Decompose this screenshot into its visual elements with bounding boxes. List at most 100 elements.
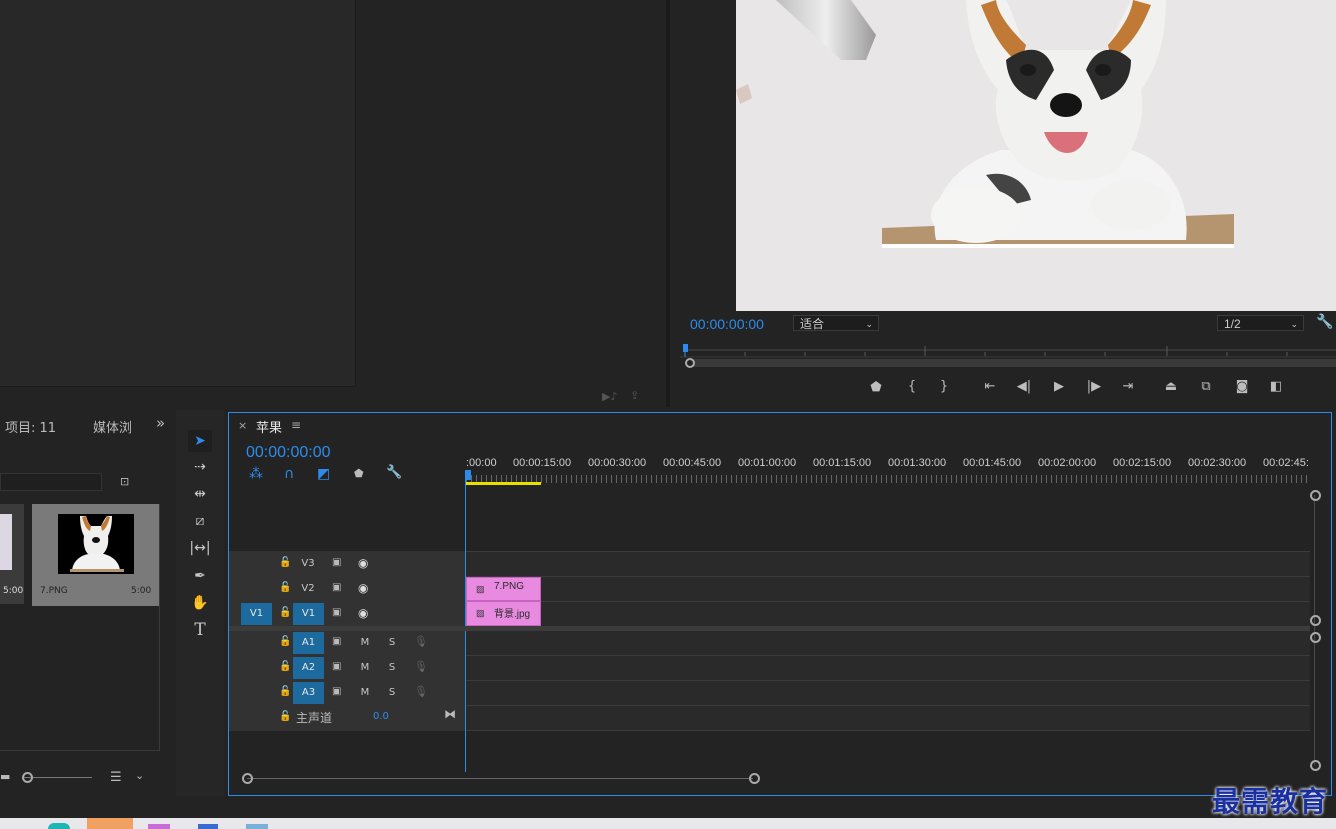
selection-tool-icon[interactable]: ➤ xyxy=(188,430,212,452)
go-to-end-icon[interactable]: ⧓ xyxy=(444,707,456,721)
source-patch-v1[interactable]: V1 xyxy=(241,603,272,625)
camera-icon[interactable]: ◙ xyxy=(1232,379,1252,394)
taskbar-app-icon[interactable] xyxy=(148,824,170,829)
insert-icon[interactable]: ▶♪ xyxy=(602,390,617,403)
list-view-icon[interactable]: ▬ xyxy=(0,770,10,783)
horizontal-scrollbar[interactable] xyxy=(247,778,753,779)
sync-lock-icon[interactable]: ▣ xyxy=(332,607,341,618)
sync-lock-icon[interactable]: ▣ xyxy=(332,661,341,672)
fit-dropdown[interactable]: 适合 ⌄ xyxy=(793,315,879,331)
work-area-bar[interactable] xyxy=(466,482,541,485)
lock-icon[interactable]: 🔓 xyxy=(279,607,291,618)
track-v2-label[interactable]: V2 xyxy=(294,578,322,600)
tab-project[interactable]: 项目: 11 xyxy=(5,417,56,436)
track-a2-label[interactable]: A2 xyxy=(293,657,324,679)
program-timecode[interactable]: 00:00:00:00 xyxy=(690,316,764,332)
sequence-tab[interactable]: 苹果 xyxy=(256,417,282,436)
export-frame-icon[interactable]: ⇪ xyxy=(630,389,639,402)
clip-7png[interactable]: ▨ 7.PNG xyxy=(466,577,541,601)
razor-tool-icon[interactable]: ⧄ xyxy=(188,510,212,532)
track-v1-label[interactable]: V1 xyxy=(293,603,324,625)
compare-view-icon[interactable]: ◧ xyxy=(1266,379,1286,394)
microphone-icon[interactable]: 🎙 xyxy=(414,635,428,648)
eye-icon[interactable]: ◉ xyxy=(358,581,368,595)
wrench-icon[interactable]: 🔧 xyxy=(386,465,402,480)
extract-icon[interactable]: ⧉ xyxy=(1196,379,1216,394)
taskbar-app-icon[interactable] xyxy=(198,824,218,829)
clip-background[interactable]: ▨ 背景.jpg xyxy=(466,601,541,626)
project-item-1[interactable]: 5:00 xyxy=(0,504,24,604)
track-a3-label[interactable]: A3 xyxy=(293,682,324,704)
scroll-handle[interactable] xyxy=(242,773,253,784)
taskbar-app-icon[interactable] xyxy=(246,824,268,829)
mute-button[interactable]: M xyxy=(358,682,372,704)
mark-out-icon[interactable]: } xyxy=(934,379,954,394)
wrench-icon[interactable]: 🔧 xyxy=(1316,314,1333,330)
solo-button[interactable]: S xyxy=(385,682,399,704)
item-duration: 5:00 xyxy=(131,586,152,596)
slip-tool-icon[interactable]: |↔| xyxy=(188,537,212,559)
ripple-edit-tool-icon[interactable]: ⇹ xyxy=(188,483,212,505)
program-time-ruler[interactable] xyxy=(680,340,1336,370)
microphone-icon[interactable]: 🎙 xyxy=(414,685,428,698)
lock-icon[interactable]: 🔓 xyxy=(279,582,291,593)
scroll-handle[interactable] xyxy=(749,773,760,784)
video-audio-divider[interactable] xyxy=(229,626,1310,631)
lift-icon[interactable]: ⏏ xyxy=(1161,379,1181,394)
type-tool-icon[interactable]: T xyxy=(188,619,212,641)
search-input[interactable] xyxy=(0,473,102,491)
solo-button[interactable]: S xyxy=(385,632,399,654)
step-back-icon[interactable]: ◀| xyxy=(1014,379,1034,394)
nest-toggle-icon[interactable]: ⁂ xyxy=(249,466,263,482)
mute-button[interactable]: M xyxy=(358,657,372,679)
lock-icon[interactable]: 🔓 xyxy=(279,661,291,672)
panel-overflow-icon[interactable]: » xyxy=(156,414,165,432)
snap-magnet-icon[interactable]: ∩ xyxy=(284,466,294,482)
tab-menu-icon[interactable]: ≡ xyxy=(291,418,301,432)
microphone-icon[interactable]: 🎙 xyxy=(414,660,428,673)
sync-lock-icon[interactable]: ▣ xyxy=(332,636,341,647)
vertical-scrollbar[interactable] xyxy=(1314,495,1315,765)
scroll-handle[interactable] xyxy=(1310,760,1321,771)
master-volume-value[interactable]: 0.0 xyxy=(373,711,389,722)
mark-in-icon[interactable]: { xyxy=(902,379,922,394)
track-v3-label[interactable]: V3 xyxy=(294,553,322,575)
hand-tool-icon[interactable]: ✋ xyxy=(188,592,212,614)
sync-lock-icon[interactable]: ▣ xyxy=(332,557,341,568)
mute-button[interactable]: M xyxy=(358,632,372,654)
lock-icon[interactable]: 🔓 xyxy=(279,686,291,697)
add-marker-icon[interactable]: ⬟ xyxy=(354,467,364,480)
scroll-handle[interactable] xyxy=(1310,490,1321,501)
solo-button[interactable]: S xyxy=(385,657,399,679)
taskbar-app-icon[interactable] xyxy=(87,818,133,829)
track-select-tool-icon[interactable]: ⇢ xyxy=(188,456,212,478)
taskbar-app-icon[interactable] xyxy=(48,823,70,829)
tab-media-browser[interactable]: 媒体浏 xyxy=(93,417,132,436)
go-to-out-icon[interactable]: ⇥ xyxy=(1118,379,1138,394)
pen-tool-icon[interactable]: ✒ xyxy=(188,565,212,587)
linked-selection-icon[interactable]: ◩ xyxy=(317,466,330,482)
step-forward-icon[interactable]: |▶ xyxy=(1084,379,1104,394)
new-bin-icon[interactable]: ⊡ xyxy=(120,475,129,488)
track-a1-label[interactable]: A1 xyxy=(293,632,324,654)
resolution-dropdown[interactable]: 1/2 ⌄ xyxy=(1217,315,1304,331)
scroll-handle[interactable] xyxy=(1310,632,1321,643)
sync-lock-icon[interactable]: ▣ xyxy=(332,582,341,593)
lock-icon[interactable]: 🔓 xyxy=(279,711,291,722)
go-to-in-icon[interactable]: ⇤ xyxy=(980,379,1000,394)
timeline-timecode[interactable]: 00:00:00:00 xyxy=(246,444,331,462)
project-item-7png[interactable]: 7.PNG 5:00 xyxy=(32,504,159,606)
lock-icon[interactable]: 🔓 xyxy=(279,557,291,568)
eye-icon[interactable]: ◉ xyxy=(358,556,368,570)
zoom-slider-handle[interactable] xyxy=(22,772,33,783)
sync-lock-icon[interactable]: ▣ xyxy=(332,686,341,697)
add-marker-icon[interactable]: ⬟ xyxy=(866,380,886,395)
scroll-handle[interactable] xyxy=(1310,615,1321,626)
time-ruler-ticks[interactable] xyxy=(466,475,1310,483)
close-tab-icon[interactable]: × xyxy=(238,419,247,432)
chevron-down-icon[interactable]: ⌄ xyxy=(135,769,144,782)
eye-icon[interactable]: ◉ xyxy=(358,606,368,620)
sort-icon[interactable]: ☰ xyxy=(110,770,122,785)
play-icon[interactable]: ▶ xyxy=(1049,379,1069,394)
lock-icon[interactable]: 🔓 xyxy=(279,636,291,647)
